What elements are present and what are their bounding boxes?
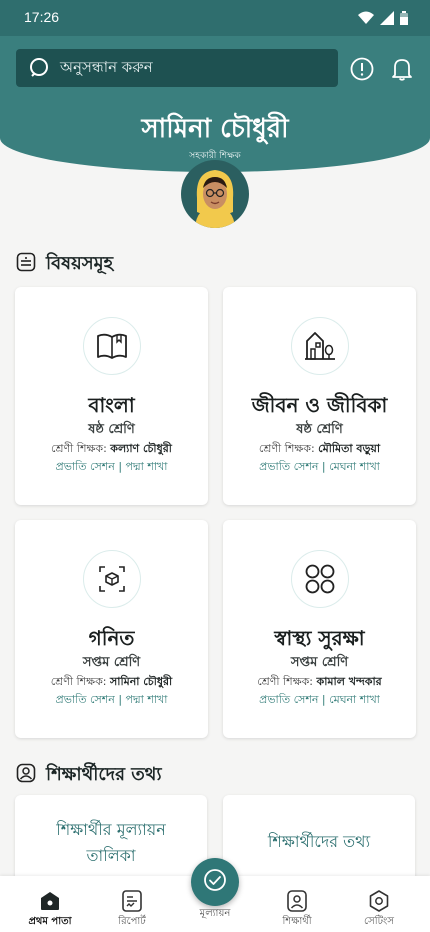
system-icons — [358, 11, 408, 25]
nav-report[interactable]: রিপোর্ট — [97, 888, 167, 931]
wifi-icon — [358, 11, 374, 24]
subject-grade: সপ্তম শ্রেণি — [290, 655, 349, 670]
subject-grade: ষষ্ঠ শ্রেণি — [88, 422, 135, 437]
subject-card-bangla[interactable]: বাংলা ষষ্ঠ শ্রেণি শ্রেণী শিক্ষক: কল্যাণ … — [15, 287, 208, 505]
evaluation-fab[interactable] — [191, 858, 239, 906]
nav-home-label: প্রথম পাতা — [28, 916, 72, 927]
subject-grade: সপ্তম শ্রেণি — [82, 655, 141, 670]
teacher-label: শ্রেণী শিক্ষক: — [51, 442, 107, 455]
subject-card-jibon[interactable]: জীবন ও জীবিকা ষষ্ঠ শ্রেণি শ্রেণী শিক্ষক:… — [223, 287, 416, 505]
nav-student[interactable]: শিক্ষার্থী — [262, 888, 332, 931]
subject-teacher: শ্রেণী শিক্ষক: কামাল খন্দকার — [223, 673, 416, 692]
nav-evaluation-label: মূল্যায়ন — [199, 908, 231, 919]
report-icon — [97, 888, 167, 914]
nav-evaluation[interactable]: মূল্যায়ন — [180, 906, 250, 923]
teacher-label: শ্রেণী শিক্ষক: — [257, 675, 314, 688]
avatar[interactable] — [181, 160, 249, 228]
nav-report-label: রিপোর্ট — [118, 916, 146, 927]
subject-teacher: শ্রেণী শিক্ষক: সামিনা চৌধুরী — [15, 673, 208, 692]
user-name: সামিনা চৌধুরী — [141, 114, 289, 144]
subject-card-gonit[interactable]: গনিত সপ্তম শ্রেণি শ্রেণী শিক্ষক: সামিনা … — [15, 520, 208, 738]
teacher-name: মৌমিতা বড়ুয়া — [318, 442, 381, 455]
search-icon — [28, 56, 52, 80]
student-icon — [262, 888, 332, 914]
profile-header: অনুসন্ধান করুন সামিনা চৌধুরী সহকারী শিক্… — [0, 36, 430, 172]
nav-settings-label: সেটিংস — [364, 916, 394, 927]
home-icon — [15, 888, 85, 914]
teacher-label: শ্রেণী শিক্ষক: — [50, 675, 107, 688]
book-icon — [82, 317, 141, 375]
search-bar[interactable]: অনুসন্ধান করুন — [16, 49, 338, 87]
four-circles-icon — [290, 550, 349, 608]
bell-icon[interactable] — [389, 56, 415, 82]
teacher-name: কামাল খন্দকার — [316, 675, 382, 688]
search-input[interactable]: অনুসন্ধান করুন — [60, 56, 153, 81]
nav-settings[interactable]: সেটিংস — [344, 888, 414, 931]
teacher-name: কল্যাণ চৌধুরী — [110, 442, 172, 455]
house-tree-icon — [290, 317, 349, 375]
evaluation-list-label: শিক্ষার্থীর মূল্যায়ন তালিকা — [56, 820, 166, 865]
subject-session: প্রভাতি সেশন | পদ্মা শাখা — [55, 693, 168, 706]
subjects-icon — [16, 252, 36, 277]
subject-session: প্রভাতি সেশন | পদ্মা শাখা — [55, 460, 168, 473]
subject-grade: ষষ্ঠ শ্রেণি — [296, 422, 343, 437]
settings-icon — [344, 888, 414, 914]
subjects-section-title: বিষয়সমূহ — [16, 249, 113, 280]
status-time: 17:26 — [24, 9, 60, 25]
signal-icon — [380, 11, 394, 25]
status-bar: 17:26 — [0, 0, 430, 36]
subject-teacher: শ্রেণী শিক্ষক: মৌমিতা বড়ুয়া — [223, 440, 416, 459]
teacher-name: সামিনা চৌধুরী — [110, 675, 173, 688]
students-title-text: শিক্ষার্থীদের তথ্য — [46, 764, 162, 785]
subject-card-shastho[interactable]: স্বাস্থ্য সুরক্ষা সপ্তম শ্রেণি শ্রেণী শি… — [223, 520, 416, 738]
student-info-label: শিক্ষার্থীদের তথ্য — [267, 832, 371, 851]
subjects-title-text: বিষয়সমূহ — [46, 253, 114, 274]
teacher-label: শ্রেণী শিক্ষক: — [258, 442, 315, 455]
nav-student-label: শিক্ষার্থী — [282, 916, 312, 927]
info-icon[interactable] — [349, 56, 375, 82]
subject-session: প্রভাতি সেশন | মেঘনা শাখা — [259, 693, 380, 706]
cube-arrows-icon — [82, 550, 141, 608]
subject-teacher: শ্রেণী শিক্ষক: কল্যাণ চৌধুরী — [15, 440, 208, 459]
student-profile-icon — [16, 763, 36, 788]
nav-home[interactable]: প্রথম পাতা — [15, 888, 85, 931]
check-circle-icon — [203, 868, 227, 896]
subject-session: প্রভাতি সেশন | মেঘনা শাখা — [259, 460, 380, 473]
students-section-title: শিক্ষার্থীদের তথ্য — [16, 760, 162, 791]
battery-icon — [400, 11, 408, 25]
